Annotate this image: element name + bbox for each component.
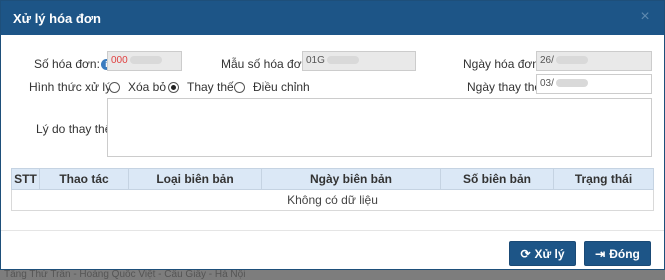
invoice-date-field[interactable]: 26/: [536, 51, 652, 71]
template-field[interactable]: 01G: [302, 51, 416, 71]
redacted-value: [129, 56, 162, 65]
table-row: Không có dữ liệu: [11, 189, 654, 211]
radio-replace-circle[interactable]: [168, 81, 179, 93]
redacted-value: [326, 56, 359, 65]
radio-delete-circle[interactable]: [109, 81, 120, 93]
process-button[interactable]: ⟳ Xử lý: [509, 241, 576, 266]
radio-adjust-circle[interactable]: [234, 81, 245, 93]
column-header-status: Trạng thái: [553, 168, 654, 190]
method-label: Hình thức xử lý:: [29, 80, 115, 94]
radio-replace[interactable]: Thay thế: [168, 80, 234, 94]
redacted-value: [555, 79, 588, 88]
redacted-value: [555, 56, 588, 65]
minutes-table: STT Thao tác Loại biên bản Ngày biên bản…: [11, 168, 654, 211]
table-header-row: STT Thao tác Loại biên bản Ngày biên bản…: [11, 168, 654, 190]
exit-icon: ⇥: [595, 246, 606, 261]
column-header-actions: Thao tác: [39, 168, 129, 190]
invoice-date-label: Ngày hóa đơn:: [463, 57, 543, 71]
column-header-stt: STT: [11, 168, 40, 190]
radio-delete[interactable]: Xóa bỏ: [109, 80, 166, 94]
refresh-icon: ⟳: [520, 246, 531, 261]
reason-textarea[interactable]: [107, 98, 652, 157]
column-header-minutes-date: Ngày biên bản: [261, 168, 441, 190]
column-header-minutes-type: Loại biên bản: [128, 168, 262, 190]
footer-divider: [1, 230, 664, 231]
reason-label: Lý do thay thế:: [36, 122, 115, 136]
column-header-minutes-number: Số biên bản: [440, 168, 554, 190]
close-icon[interactable]: ×: [638, 9, 652, 25]
process-invoice-modal: Xử lý hóa đơn × Số hóa đơn:i 000 Mẫu số …: [0, 0, 665, 270]
invoice-number-label: Số hóa đơn:i: [34, 57, 112, 71]
replace-date-field[interactable]: 03/: [536, 74, 652, 94]
modal-title: Xử lý hóa đơn: [13, 10, 101, 26]
background-address-text: Tầng Thứ Trần - Hoàng Quốc Việt - Cầu Gi…: [4, 269, 246, 280]
replace-date-label: Ngày thay thế:: [467, 80, 545, 94]
invoice-number-field[interactable]: 000: [107, 51, 182, 71]
close-button[interactable]: ⇥ Đóng: [584, 241, 651, 266]
empty-table-message: Không có dữ liệu: [11, 189, 654, 211]
modal-header: Xử lý hóa đơn ×: [1, 1, 664, 35]
radio-adjust[interactable]: Điều chỉnh: [234, 80, 310, 94]
template-label: Mẫu số hóa đơn:: [221, 57, 312, 71]
